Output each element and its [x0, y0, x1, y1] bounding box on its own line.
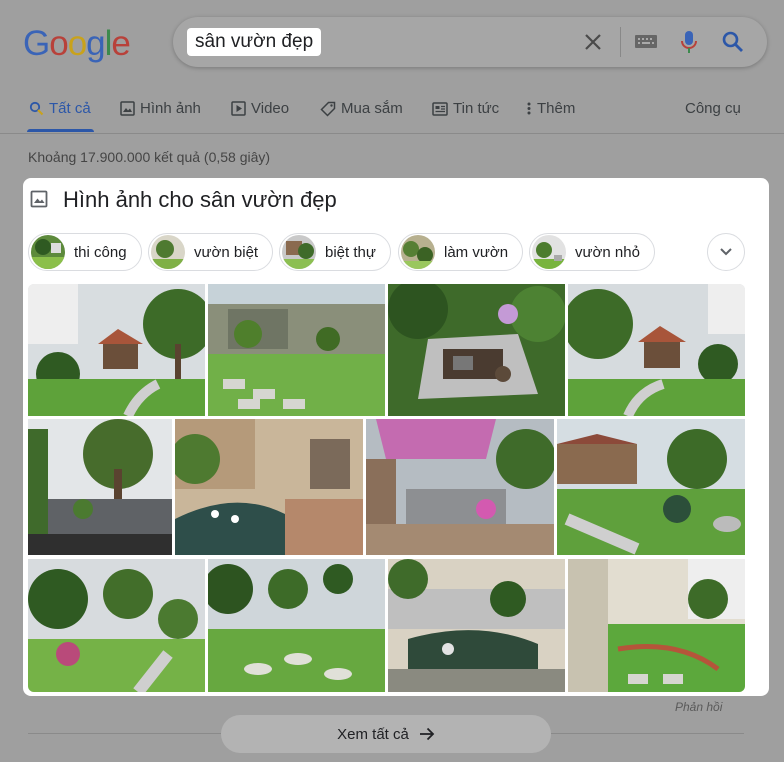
microphone-icon[interactable]: [677, 29, 701, 55]
search-icon[interactable]: [720, 29, 746, 55]
tab-shopping[interactable]: Mua sắm: [320, 100, 403, 117]
feedback-link[interactable]: Phản hồi: [675, 700, 722, 714]
search-box[interactable]: sân vườn đẹp: [173, 17, 767, 67]
garden-image[interactable]: [388, 559, 565, 692]
active-tab-indicator: [27, 129, 94, 132]
garden-image[interactable]: [28, 284, 205, 416]
chip-thumbnail: [532, 235, 566, 269]
chip-thi-cong[interactable]: thi công: [28, 233, 142, 271]
garden-image[interactable]: [28, 559, 205, 692]
images-card: Hình ảnh cho sân vườn đẹp thi công vườn …: [23, 178, 769, 696]
garden-image[interactable]: [28, 419, 172, 555]
arrow-right-icon: [419, 727, 435, 741]
search-icon: [29, 101, 44, 116]
garden-image[interactable]: [388, 284, 565, 416]
garden-image[interactable]: [568, 559, 745, 692]
see-all-button[interactable]: Xem tất cả: [221, 715, 551, 753]
search-tabs: Tất cả Hình ảnh Video Mua sắm Tin tức Th…: [0, 94, 784, 134]
result-stats: Khoảng 17.900.000 kết quả (0,58 giây): [28, 149, 271, 165]
garden-image[interactable]: [366, 419, 554, 555]
image-icon: [30, 190, 48, 213]
garden-image[interactable]: [208, 284, 385, 416]
garden-image[interactable]: [175, 419, 363, 555]
chip-thumbnail: [401, 235, 435, 269]
chip-thumbnail: [151, 235, 185, 269]
chevron-down-icon[interactable]: [707, 233, 745, 271]
tag-icon: [320, 101, 336, 117]
chip-vuon-nho[interactable]: vườn nhỏ: [529, 233, 655, 271]
keyboard-icon[interactable]: [634, 32, 660, 52]
news-icon: [432, 101, 448, 116]
tab-news[interactable]: Tin tức: [432, 100, 499, 117]
tab-images[interactable]: Hình ảnh: [120, 100, 201, 117]
chip-thumbnail: [282, 235, 316, 269]
chip-biet-thu[interactable]: biệt thự: [279, 233, 391, 271]
tab-video[interactable]: Video: [231, 100, 289, 117]
google-logo[interactable]: Google: [23, 24, 131, 64]
chip-vuon-biet[interactable]: vườn biệt: [148, 233, 274, 271]
tools-button[interactable]: Công cụ: [685, 100, 741, 117]
clear-search-icon[interactable]: [581, 30, 605, 54]
more-vert-icon: [527, 102, 531, 115]
garden-image[interactable]: [557, 419, 745, 555]
garden-image[interactable]: [208, 559, 385, 692]
tab-all[interactable]: Tất cả: [29, 100, 91, 117]
search-input[interactable]: sân vườn đẹp: [187, 28, 322, 56]
chip-lam-vuon[interactable]: làm vườn: [398, 233, 524, 271]
image-icon: [120, 101, 135, 116]
garden-image[interactable]: [568, 284, 745, 416]
images-card-title[interactable]: Hình ảnh cho sân vườn đẹp: [63, 187, 337, 213]
play-icon: [231, 101, 246, 116]
search-divider: [620, 27, 621, 57]
tab-more[interactable]: Thêm: [526, 100, 575, 117]
chip-thumbnail: [31, 235, 65, 269]
tabs-divider: [0, 133, 784, 134]
